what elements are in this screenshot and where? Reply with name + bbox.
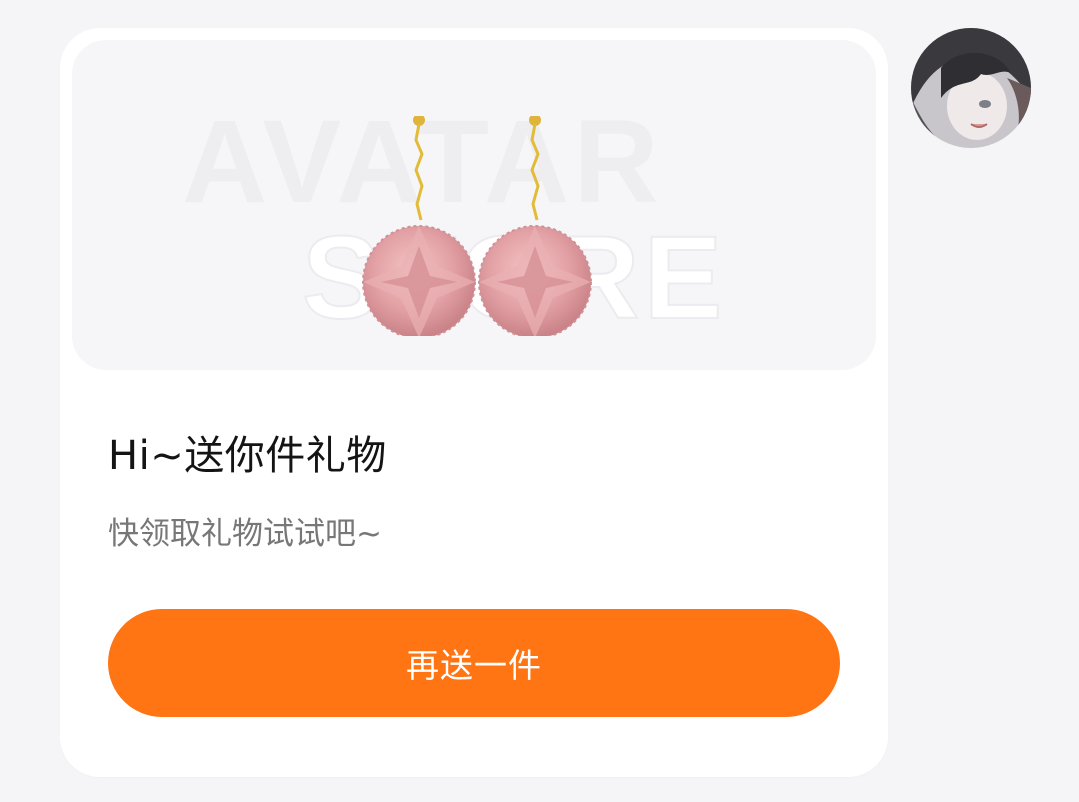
avatar-image xyxy=(911,28,1031,148)
avatar-icon[interactable] xyxy=(911,28,1031,148)
chat-page: AVATAR STORE xyxy=(0,0,1079,802)
gift-subtitle: 快领取礼物试试吧~ xyxy=(108,516,382,552)
send-another-button[interactable]: 再送一件 xyxy=(108,609,840,717)
gift-title: Hi~送你件礼物 xyxy=(108,433,387,479)
gift-preview: AVATAR STORE xyxy=(72,40,876,370)
gift-message-card[interactable]: AVATAR STORE xyxy=(60,28,888,777)
earrings-icon xyxy=(362,116,592,336)
